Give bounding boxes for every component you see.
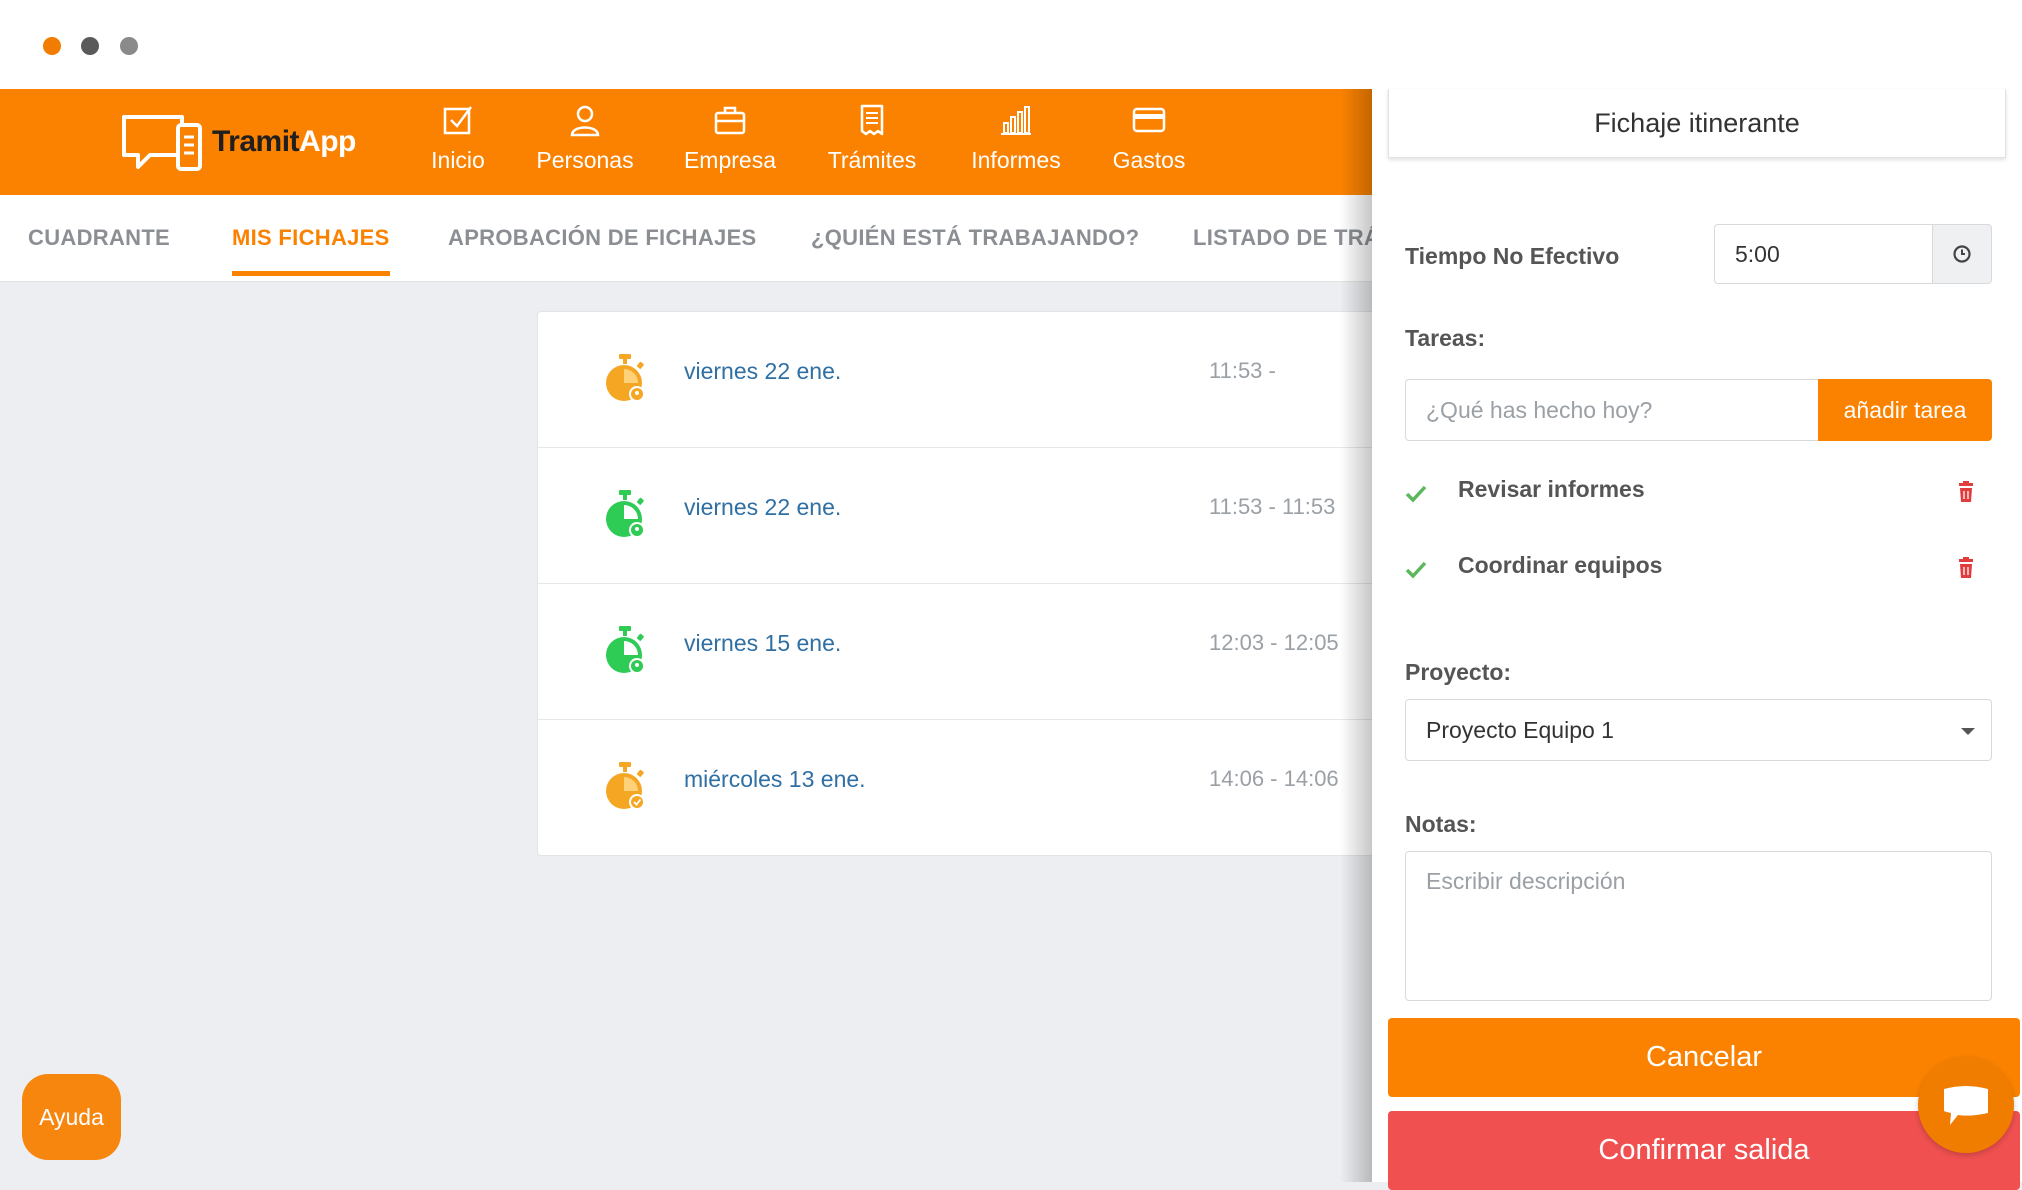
record-date[interactable]: viernes 22 ene. [684,358,841,385]
bar-chart-icon [1001,106,1031,135]
record-date[interactable]: viernes 15 ene. [684,630,841,657]
sub-tabs-bar: CUADRANTE MIS FICHAJES APROBACIÓN DE FIC… [0,195,1380,282]
notas-label: Notas: [1405,811,1477,837]
record-date[interactable]: viernes 22 ene. [684,494,841,521]
list-item[interactable]: viernes 22 ene. 11:53 - [538,312,1373,448]
nav-empresa-label: Empresa [683,147,777,173]
tramitapp-logo[interactable]: TramitApp [120,107,356,179]
list-item[interactable]: viernes 22 ene. 11:53 - 11:53 [538,448,1373,584]
nav-inicio[interactable]: Inicio [403,103,513,174]
chat-icon [1944,1086,1988,1125]
help-button[interactable]: Ayuda [22,1074,121,1160]
checkbox-icon [443,106,473,135]
check-icon [1405,485,1427,503]
nav-personas[interactable]: Personas [530,103,640,174]
clock-icon [1953,245,1971,263]
nav-personas-label: Personas [536,147,634,173]
window-minimize-dot[interactable] [81,37,99,55]
trash-icon[interactable] [1956,480,1976,504]
notas-textarea[interactable] [1405,851,1992,1001]
task-label: Revisar informes [1458,476,1645,502]
record-date[interactable]: miércoles 13 ene. [684,766,866,793]
chat-button[interactable] [1918,1057,2014,1153]
speech-bubble-logo-icon [122,115,202,171]
task-input[interactable] [1405,379,1818,441]
top-navigation: TramitApp Inicio Personas Empresa Trámit… [0,89,1372,195]
nav-gastos[interactable]: Gastos [1094,103,1204,174]
tareas-label: Tareas: [1405,325,1486,351]
task-item: Coordinar equipos [1405,550,1995,590]
nav-tramites-label: Trámites [827,147,917,173]
window-maximize-dot[interactable] [120,37,138,55]
caret-down-icon [1961,728,1975,735]
tiempo-no-efectivo-input[interactable]: 5:00 [1714,224,1932,284]
check-icon [1405,561,1427,579]
record-time: 11:53 - [1209,358,1276,383]
add-task-button[interactable]: añadir tarea [1818,379,1992,441]
proyecto-select[interactable]: Proyecto Equipo 1 [1405,699,1992,761]
record-time: 14:06 - 14:06 [1209,766,1339,791]
tiempo-no-efectivo-label: Tiempo No Efectivo [1405,243,1620,269]
nav-empresa[interactable]: Empresa [675,103,785,174]
logo-wordmark: TramitApp [212,125,356,159]
logo-part1: Tramit [212,125,300,158]
nav-informes[interactable]: Informes [961,103,1071,174]
fichaje-itinerante-panel: Fichaje itinerante Tiempo No Efectivo 5:… [1372,89,2022,1190]
panel-title: Fichaje itinerante [1388,89,2006,158]
proyecto-label: Proyecto: [1405,659,1512,685]
nav-tramites[interactable]: Trámites [817,103,927,174]
stopwatch-green-icon [606,490,645,538]
window-close-dot[interactable] [43,37,61,55]
tab-quien-esta-trabajando[interactable]: ¿QUIÉN ESTÁ TRABAJANDO? [811,225,1139,251]
window-titlebar [0,0,2022,89]
logo-part2: App [299,125,356,158]
task-label: Coordinar equipos [1458,552,1663,578]
trash-icon[interactable] [1956,556,1976,580]
tab-aprobacion-fichajes[interactable]: APROBACIÓN DE FICHAJES [448,225,757,251]
list-item[interactable]: viernes 15 ene. 12:03 - 12:05 [538,584,1373,720]
nav-informes-label: Informes [971,147,1061,173]
receipt-icon [860,104,884,136]
list-item[interactable]: miércoles 13 ene. 14:06 - 14:06 [538,720,1373,855]
briefcase-icon [714,106,746,135]
tab-mis-fichajes[interactable]: MIS FICHAJES [232,225,390,276]
proyecto-select-value: Proyecto Equipo 1 [1426,716,1614,743]
tab-cuadrante[interactable]: CUADRANTE [28,225,170,251]
clock-button[interactable] [1932,224,1992,284]
nav-inicio-label: Inicio [431,147,485,173]
fichajes-list: viernes 22 ene. 11:53 - viernes 22 ene. … [537,311,1374,856]
task-item: Revisar informes [1405,474,1995,514]
nav-gastos-label: Gastos [1112,147,1186,173]
person-icon [570,105,600,137]
stopwatch-orange-icon [606,354,645,402]
stopwatch-green-icon [606,626,645,674]
credit-card-icon [1132,107,1166,133]
stopwatch-orange-icon [606,762,645,810]
record-time: 11:53 - 11:53 [1209,494,1336,519]
record-time: 12:03 - 12:05 [1209,630,1339,655]
panel-shadow [1340,89,1372,1182]
